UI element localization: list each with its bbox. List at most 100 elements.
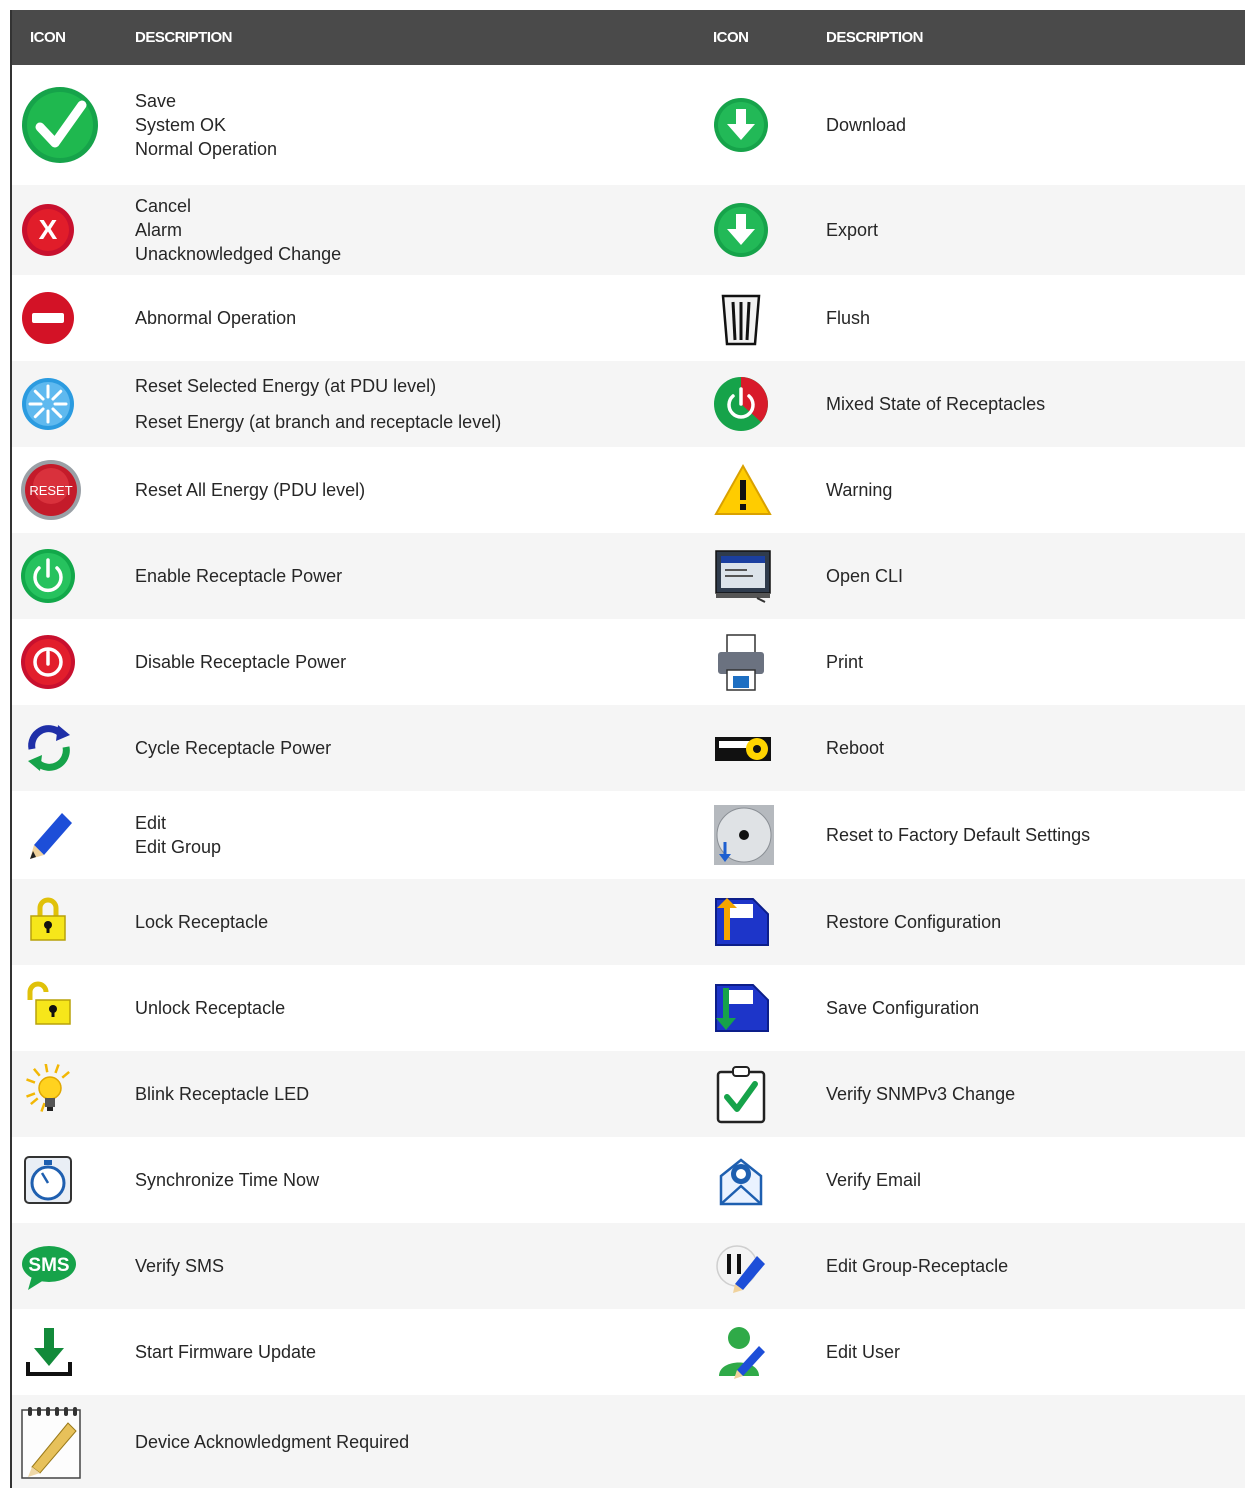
left-description-cell: Blink Receptacle LED xyxy=(135,1051,713,1137)
right-icon-cell xyxy=(713,65,826,185)
right-icon-cell xyxy=(713,275,826,361)
right-icon-cell xyxy=(713,1395,826,1488)
right-icon-cell xyxy=(713,705,826,791)
description-line: Edit Group xyxy=(135,837,222,857)
description-line: Reboot xyxy=(826,738,885,758)
left-description-cell: Device Acknowledgment Required xyxy=(135,1395,713,1488)
padlock-unlocked-icon xyxy=(27,981,71,1025)
right-description-cell: Verify SNMPv3 Change xyxy=(826,1051,1245,1137)
description-line: Start Firmware Update xyxy=(135,1342,317,1362)
firmware-download-icon xyxy=(26,1328,72,1376)
table-row: RESET Reset All Energy (PDU level) Warnin… xyxy=(10,447,1245,533)
reboot-key-icon xyxy=(715,737,771,761)
description-line: Edit User xyxy=(826,1342,901,1362)
left-icon-cell xyxy=(10,619,135,705)
description-line: Verify Email xyxy=(826,1170,922,1190)
right-icon-cell xyxy=(713,791,826,879)
trash-can-icon xyxy=(721,294,761,346)
right-description-cell: Mixed State of Receptacles xyxy=(826,361,1245,447)
description-line: Open CLI xyxy=(826,566,904,586)
table-row: Edit Edit Group Reset to Factory Default … xyxy=(10,791,1245,879)
description-line: Edit xyxy=(135,813,167,833)
pencil-icon xyxy=(30,813,72,859)
factory-disc-icon xyxy=(714,805,774,865)
right-description-cell: Reset to Factory Default Settings xyxy=(826,791,1245,879)
right-description-cell: Print xyxy=(826,619,1245,705)
description-line: Cycle Receptacle Power xyxy=(135,738,332,758)
left-description-cell: Reset Selected Energy (at PDU level) Rese… xyxy=(135,361,713,447)
monitor-cli-icon xyxy=(715,550,771,603)
table-row: Abnormal Operation Flush xyxy=(10,275,1245,361)
description-line: Export xyxy=(826,220,879,240)
right-description-cell: Verify Email xyxy=(826,1137,1245,1223)
right-description-cell: Edit Group-Receptacle xyxy=(826,1223,1245,1309)
description-line: Mixed State of Receptacles xyxy=(826,394,1046,414)
right-icon-cell xyxy=(713,185,826,275)
right-icon-cell xyxy=(713,879,826,965)
right-description-cell: Open CLI xyxy=(826,533,1245,619)
export-arrow-icon xyxy=(714,203,768,257)
left-description-cell: Edit Edit Group xyxy=(135,791,713,879)
edit-user-icon xyxy=(719,1327,765,1379)
table-row: Disable Receptacle Power Print xyxy=(10,619,1245,705)
page: ICON DESCRIPTION ICON DESCRIPTION Save Sy… xyxy=(0,0,1245,1488)
table-row: Unlock Receptacle Save Configuration xyxy=(10,965,1245,1051)
right-icon-cell xyxy=(713,447,826,533)
mixed-state-icon xyxy=(714,377,768,431)
description-line: Save Configuration xyxy=(826,998,980,1018)
right-description-cell: Edit User xyxy=(826,1309,1245,1395)
header-description-left: DESCRIPTION xyxy=(135,29,233,46)
table-row: Device Acknowledgment Required xyxy=(10,1395,1245,1488)
right-icon-cell xyxy=(713,1309,826,1395)
table-row: Start Firmware Update Edit User xyxy=(10,1309,1245,1395)
left-description-cell: Cancel Alarm Unacknowledged Change xyxy=(135,185,713,275)
left-icon-cell xyxy=(10,533,135,619)
email-envelope-icon xyxy=(719,1158,763,1206)
edit-group-receptacle-icon xyxy=(716,1245,765,1293)
left-icon-cell xyxy=(10,1137,135,1223)
right-description-cell: Restore Configuration xyxy=(826,879,1245,965)
right-description-cell: Reboot xyxy=(826,705,1245,791)
description-line: Reset to Factory Default Settings xyxy=(826,825,1091,845)
cycle-arrows-icon xyxy=(28,725,70,771)
description-line: System OK xyxy=(135,115,227,135)
reset-button-icon: RESET xyxy=(21,460,81,520)
left-description-cell: Unlock Receptacle xyxy=(135,965,713,1051)
left-icon-cell: X xyxy=(10,185,135,275)
header-description-right: DESCRIPTION xyxy=(826,29,924,46)
right-description-cell: Download xyxy=(826,65,1245,185)
description-line: Unlock Receptacle xyxy=(135,998,286,1018)
description-line: Blink Receptacle LED xyxy=(135,1084,310,1104)
left-icon-cell xyxy=(10,879,135,965)
save-config-icon xyxy=(715,984,769,1032)
left-icon-cell: SMS xyxy=(10,1223,135,1309)
description-line: Cancel xyxy=(135,196,192,216)
left-icon-cell xyxy=(10,1395,135,1488)
right-icon-cell xyxy=(713,1223,826,1309)
right-icon-cell xyxy=(713,1051,826,1137)
description-line: Flush xyxy=(826,308,871,328)
left-description-cell: Verify SMS xyxy=(135,1223,713,1309)
description-line: Device Acknowledgment Required xyxy=(135,1431,410,1452)
description-line: Download xyxy=(826,115,907,135)
right-icon-cell xyxy=(713,1137,826,1223)
svg-text:X: X xyxy=(39,214,58,245)
left-icon-cell xyxy=(10,705,135,791)
description-line: Restore Configuration xyxy=(826,912,1002,932)
power-on-icon xyxy=(21,549,75,603)
left-description-cell: Start Firmware Update xyxy=(135,1309,713,1395)
download-arrow-icon xyxy=(714,98,768,152)
description-line: Enable Receptacle Power xyxy=(135,566,343,586)
left-icon-cell xyxy=(10,791,135,879)
right-icon-cell xyxy=(713,619,826,705)
description-line: Reset All Energy (PDU level) xyxy=(135,480,366,500)
left-icon-cell xyxy=(10,275,135,361)
description-line: Abnormal Operation xyxy=(135,308,297,328)
notepad-pencil-icon xyxy=(21,1406,81,1479)
left-description-cell: Abnormal Operation xyxy=(135,275,713,361)
description-line: Verify SNMPv3 Change xyxy=(826,1084,1016,1104)
left-description-cell: Lock Receptacle xyxy=(135,879,713,965)
left-description-cell: Save System OK Normal Operation xyxy=(135,65,713,185)
right-icon-cell xyxy=(713,533,826,619)
left-icon-cell xyxy=(10,965,135,1051)
